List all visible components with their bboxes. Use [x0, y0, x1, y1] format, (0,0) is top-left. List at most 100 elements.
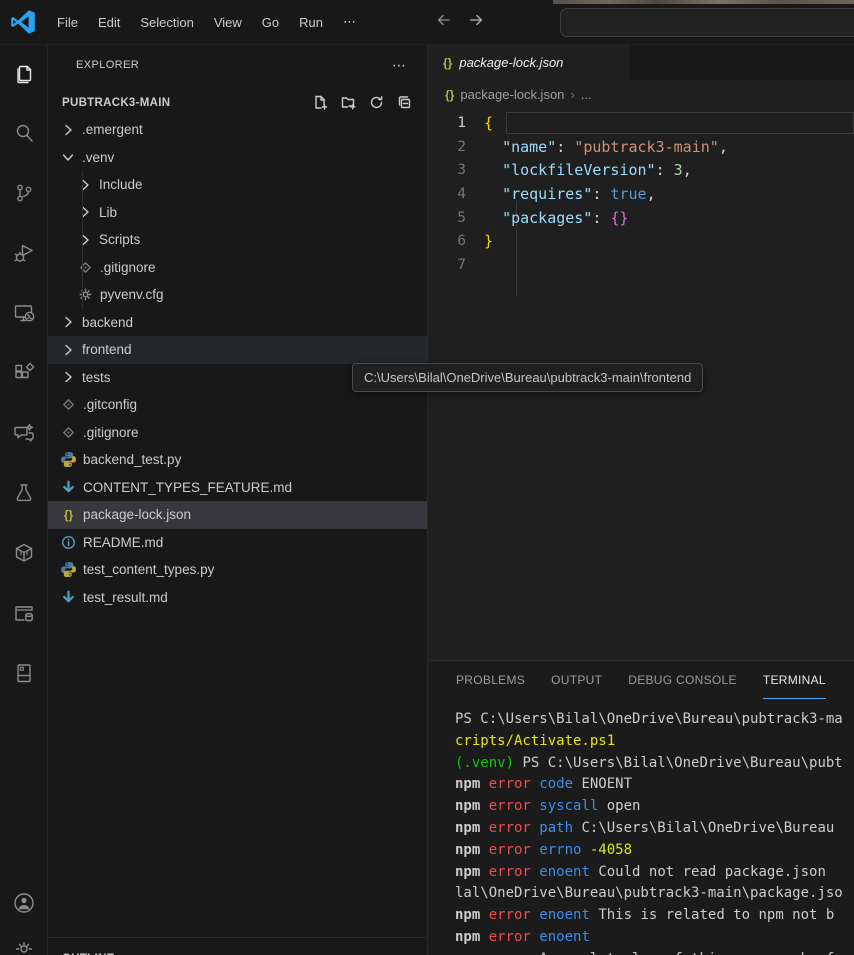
activity-remote-explorer-icon[interactable]: [0, 289, 48, 337]
activity-device-icon[interactable]: [0, 649, 48, 697]
code-text: "requires": true,: [484, 185, 656, 203]
activity-extensions-icon[interactable]: [0, 349, 48, 397]
tree-item-emergent[interactable]: .emergent: [48, 116, 427, 144]
activity-run-debug-icon[interactable]: [0, 229, 48, 277]
activity-containers-icon[interactable]: [0, 529, 48, 577]
panel-tab-debug-console[interactable]: DEBUG CONSOLE: [628, 661, 737, 699]
vscode-window: { "titlebar": { "menus": ["File", "Edit"…: [0, 0, 854, 955]
menu-view[interactable]: View: [204, 10, 252, 35]
chevron-right-icon: [77, 177, 93, 193]
activity-search-icon[interactable]: [0, 109, 48, 157]
outline-section[interactable]: OUTLINE: [48, 937, 427, 955]
sidebar-more-button[interactable]: ⋯: [392, 57, 407, 74]
tree-item-label: .emergent: [82, 122, 143, 137]
chevron-right-icon: [60, 122, 76, 138]
explorer-sidebar: EXPLORER ⋯ PUBTRACK3-MAIN .emergent .venv…: [48, 45, 428, 955]
markdown-file-icon: [60, 479, 77, 496]
terminal-line: npm error enoent: [429, 929, 854, 951]
code-line[interactable]: 3 "lockfileVersion": 3,: [429, 158, 854, 182]
tree-item-test-content-types-py[interactable]: test_content_types.py: [48, 556, 427, 584]
terminal-line: cripts/Activate.ps1: [429, 733, 854, 755]
navigate-back-icon[interactable]: [435, 11, 453, 34]
search-input[interactable]: [561, 15, 854, 30]
config-file-icon: [77, 286, 94, 303]
tree-item-readme-md[interactable]: README.md: [48, 529, 427, 557]
activity-settings-gear[interactable]: [0, 927, 48, 955]
tree-item-backend[interactable]: backend: [48, 309, 427, 337]
tree-item-label: backend: [82, 315, 133, 330]
code-line[interactable]: 4 "requires": true,: [429, 182, 854, 206]
code-line[interactable]: 2 "name": "pubtrack3-main",: [429, 135, 854, 159]
tree-item-label: Scripts: [99, 232, 140, 247]
title-bar: FileEditSelectionViewGoRun ⋯: [0, 0, 854, 45]
terminal-line: npm error code ENOENT: [429, 776, 854, 798]
tree-item-label: pyvenv.cfg: [100, 287, 164, 302]
sidebar-title: EXPLORER: [76, 59, 139, 71]
navigate-forward-icon[interactable]: [467, 11, 485, 34]
panel-tab-terminal[interactable]: TERMINAL: [763, 661, 826, 699]
refresh-button[interactable]: [368, 94, 385, 111]
new-file-button[interactable]: [312, 94, 329, 111]
new-folder-button[interactable]: [340, 94, 357, 111]
terminal-output[interactable]: PS C:\Users\Bilal\OneDrive\Bureau\pubtra…: [429, 711, 854, 955]
tree-item-backend-test-py[interactable]: backend_test.py: [48, 446, 427, 474]
command-center-search[interactable]: [560, 8, 854, 37]
tree-item-frontend[interactable]: frontend: [48, 336, 427, 364]
code-text: {: [484, 114, 493, 132]
path-tooltip: C:\Users\Bilal\OneDrive\Bureau\pubtrack3…: [352, 363, 703, 392]
tree-item-pyvenv-cfg[interactable]: pyvenv.cfg: [48, 281, 427, 309]
activity-database-icon[interactable]: [0, 589, 48, 637]
menu-more-button[interactable]: ⋯: [333, 9, 367, 35]
editor-group: {} package-lock.json {} package-lock.jso…: [429, 45, 854, 660]
code-line[interactable]: 1{: [429, 111, 854, 135]
activity-explorer-icon[interactable]: [0, 49, 48, 97]
activity-testing-icon[interactable]: [0, 469, 48, 517]
tree-item-scripts[interactable]: Scripts: [48, 226, 427, 254]
activity-source-control-icon[interactable]: [0, 169, 48, 217]
tree-item-label: Include: [99, 177, 143, 192]
tree-item-gitignore[interactable]: .gitignore: [48, 254, 427, 282]
code-line[interactable]: 6}: [429, 229, 854, 253]
folder-section-header[interactable]: PUBTRACK3-MAIN: [48, 89, 427, 116]
explorer-actions: [312, 94, 413, 111]
tree-item-label: .gitignore: [100, 260, 156, 275]
breadcrumb-file[interactable]: package-lock.json: [460, 87, 564, 102]
tree-item-venv[interactable]: .venv: [48, 144, 427, 172]
activity-chat-icon[interactable]: [0, 409, 48, 457]
tree-item-include[interactable]: Include: [48, 171, 427, 199]
breadcrumb-separator-icon: ›: [570, 87, 574, 102]
tree-item-content-types-feature-md[interactable]: CONTENT_TYPES_FEATURE.md: [48, 474, 427, 502]
chevron-right-icon: [77, 204, 93, 220]
info-file-icon: [60, 534, 77, 551]
panel-tab-output[interactable]: OUTPUT: [551, 661, 602, 699]
panel-tab-problems[interactable]: PROBLEMS: [456, 661, 525, 699]
menu-file[interactable]: File: [47, 10, 88, 35]
menu-go[interactable]: Go: [252, 10, 289, 35]
code-line[interactable]: 5 "packages": {}: [429, 206, 854, 230]
line-number: 5: [429, 210, 484, 226]
breadcrumb-symbol[interactable]: ...: [581, 87, 592, 102]
bottom-panel: PROBLEMS OUTPUT DEBUG CONSOLE TERMINAL PS C…: [429, 660, 854, 955]
tree-item-test-result-md[interactable]: test_result.md: [48, 584, 427, 612]
tree-item-label: .gitignore: [83, 425, 139, 440]
code-editor[interactable]: 1{2 "name": "pubtrack3-main",3 "lockfile…: [429, 111, 854, 277]
chevron-right-icon: [60, 342, 76, 358]
tab-package-lock-json[interactable]: {} package-lock.json: [429, 45, 630, 80]
code-line[interactable]: 7: [429, 253, 854, 277]
git-file-icon: [77, 259, 94, 276]
breadcrumb: {} package-lock.json › ...: [429, 80, 854, 109]
activity-account[interactable]: [0, 879, 48, 927]
collapse-all-button[interactable]: [396, 94, 413, 111]
tree-item-label: package-lock.json: [83, 507, 191, 522]
menu-edit[interactable]: Edit: [88, 10, 130, 35]
line-number: 6: [429, 233, 484, 249]
tree-item-gitconfig[interactable]: .gitconfig: [48, 391, 427, 419]
tree-item-package-lock-json[interactable]: {}package-lock.json: [48, 501, 427, 529]
tree-item-lib[interactable]: Lib: [48, 199, 427, 227]
menu-run[interactable]: Run: [289, 10, 333, 35]
git-file-icon: [60, 396, 77, 413]
tree-item-gitignore[interactable]: .gitignore: [48, 419, 427, 447]
workspace-folder-name: PUBTRACK3-MAIN: [62, 97, 170, 109]
code-text: "lockfileVersion": 3,: [484, 161, 692, 179]
menu-selection[interactable]: Selection: [130, 10, 203, 35]
